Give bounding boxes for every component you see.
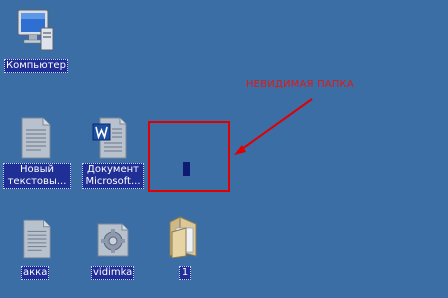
- text-document-icon: [23, 219, 51, 259]
- folder-icon: [169, 216, 197, 258]
- desktop-icon-label: 1: [179, 266, 191, 280]
- desktop-icon-vidimka[interactable]: vidimka: [88, 218, 138, 284]
- annotation-text: НЕВИДИМАЯ ПАПКА: [246, 79, 354, 90]
- desktop-icon-akka[interactable]: акка: [14, 218, 60, 284]
- annotation-arrow: [234, 98, 313, 155]
- desktop-icon-label: vidimka: [91, 266, 135, 280]
- settings-file-icon: [97, 223, 129, 257]
- desktop-icon-folder-1[interactable]: 1: [164, 214, 204, 284]
- desktop-icon-label: акка: [21, 266, 50, 280]
